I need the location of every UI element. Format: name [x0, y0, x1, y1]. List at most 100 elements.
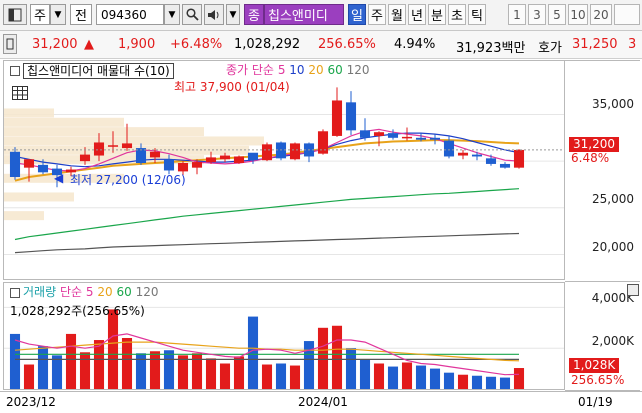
volume-bar — [387, 366, 399, 389]
volume-bar — [107, 309, 119, 389]
volume-bar — [303, 341, 315, 389]
sector-badge[interactable]: 종 — [244, 4, 264, 25]
ask-more: 3 — [628, 37, 637, 52]
minute-10[interactable]: 10 — [568, 4, 588, 25]
code-dropdown-icon[interactable]: ▼ — [164, 4, 180, 25]
minute-3[interactable]: 3 — [528, 4, 546, 25]
toolbar: 주 ▼ 전 ▼ ▼ 종 칩스앤미디 일 주 월 년 분 초 틱 1 3 5 10… — [0, 0, 642, 31]
volume-bar — [51, 355, 63, 389]
candle-body — [23, 159, 35, 168]
tab-week[interactable]: 주 — [368, 4, 386, 25]
volume-bar — [429, 368, 441, 389]
ask-price: 31,250 — [572, 37, 618, 52]
ma5-legend: 5 — [277, 63, 286, 77]
candle-body — [429, 137, 441, 140]
volume-bar — [485, 376, 497, 389]
low-arrow-icon: ◀ — [54, 171, 64, 185]
volume-profile-bar — [4, 127, 204, 137]
high-annotation: 최고 37,900 (01/04) — [174, 80, 290, 94]
volume-profile-bar — [4, 117, 124, 127]
search-icon[interactable] — [182, 4, 202, 25]
volume-settings-icon[interactable] — [627, 284, 639, 296]
minute-20[interactable]: 20 — [590, 4, 612, 25]
tab-minute[interactable]: 분 — [428, 4, 446, 25]
turnover: 4.94% — [394, 37, 436, 52]
candle-body — [415, 137, 427, 140]
volume-bar — [247, 316, 259, 389]
volume-chart-panel[interactable]: 거래량 단순 5 20 60 120 1,028,292주(256.65%) — [3, 282, 565, 390]
candle-body — [471, 154, 483, 157]
ask-label: 호가 — [538, 41, 562, 56]
volume-profile-bar — [4, 108, 54, 118]
market-select[interactable]: 주 — [30, 4, 50, 25]
candle-body — [149, 151, 161, 158]
speaker-dropdown-icon[interactable]: ▼ — [226, 4, 240, 25]
candle-body — [443, 140, 455, 157]
volume-bar — [233, 356, 245, 389]
market-dropdown-icon[interactable]: ▼ — [50, 4, 66, 25]
current-price: 31,200 — [32, 37, 78, 52]
candle-body — [93, 142, 105, 156]
volume-bar — [149, 351, 161, 389]
volume-bar — [415, 365, 427, 389]
candle-body — [233, 156, 245, 163]
tab-month[interactable]: 월 — [388, 4, 406, 25]
candle-body — [121, 143, 133, 149]
candle-body — [289, 143, 301, 160]
current-price-tag: 31,200 — [569, 137, 619, 152]
price-y-axis: 35,000 25,000 20,000 31,200 6.48% — [565, 60, 640, 282]
candle-body — [191, 162, 203, 168]
volume-bar — [261, 364, 273, 389]
candle-body — [163, 159, 175, 171]
price-tick: 20,000 — [592, 240, 634, 254]
price-tick: 35,000 — [592, 97, 634, 111]
quote-toggle-icon[interactable] — [3, 34, 17, 54]
x-label: 2023/12 — [6, 395, 56, 409]
minute-5[interactable]: 5 — [548, 4, 566, 25]
minute-more[interactable] — [614, 4, 640, 25]
screen-menu-icon[interactable] — [3, 4, 27, 25]
x-label: 01/19 — [578, 395, 613, 409]
volume-bar — [401, 362, 413, 389]
tab-second[interactable]: 초 — [448, 4, 466, 25]
tab-day[interactable]: 일 — [348, 4, 366, 25]
volume-value-text: 1,028,292주(256.65%) — [10, 304, 145, 318]
volume-collapse-icon[interactable] — [10, 288, 20, 298]
stock-name[interactable]: 칩스앤미디 — [264, 4, 344, 25]
minute-1[interactable]: 1 — [508, 4, 526, 25]
volume-bar — [65, 333, 77, 389]
mode-button[interactable]: 전 — [70, 4, 92, 25]
volume-bar — [289, 365, 301, 389]
volume-tick: 2,000K — [591, 334, 634, 348]
volume-profile-bar — [4, 136, 264, 146]
ma20-legend: 20 — [308, 63, 324, 77]
price-panel-title[interactable]: 칩스앤미디어 매물대 수(10) — [23, 63, 174, 79]
ma60-legend: 60 — [327, 63, 343, 77]
volume-bar — [513, 368, 525, 389]
table-icon[interactable] — [12, 86, 28, 103]
candle-body — [219, 155, 231, 160]
volume-bar — [23, 364, 35, 389]
x-axis: 2023/12 2024/01 01/19 — [0, 391, 642, 413]
price-chart-panel[interactable]: 칩스앤미디어 매물대 수(10) 종가 단순 5 10 20 60 120 최고… — [3, 60, 565, 280]
volume-bar — [135, 353, 147, 389]
ma-label: 종가 단순 — [226, 63, 274, 77]
volume-current-tag: 1,028K — [569, 358, 620, 373]
tab-year[interactable]: 년 — [408, 4, 426, 25]
volume-bar — [373, 363, 385, 389]
speaker-icon[interactable] — [204, 4, 224, 25]
vol-ma20-legend: 20 — [97, 285, 113, 299]
current-pct-tag: 6.48% — [571, 151, 610, 165]
x-label: 2024/01 — [298, 395, 348, 409]
volume-profile-bar — [4, 211, 44, 221]
ma10-legend: 10 — [289, 63, 305, 77]
volume-bar — [275, 363, 287, 389]
volume-bar — [205, 358, 217, 389]
code-input[interactable] — [96, 4, 164, 25]
volume-bar — [9, 333, 21, 389]
candle-body — [107, 145, 119, 147]
volume-bar — [121, 338, 133, 389]
ma120-line — [14, 232, 520, 254]
panel-collapse-icon[interactable] — [10, 66, 20, 76]
tab-tick[interactable]: 틱 — [468, 4, 486, 25]
